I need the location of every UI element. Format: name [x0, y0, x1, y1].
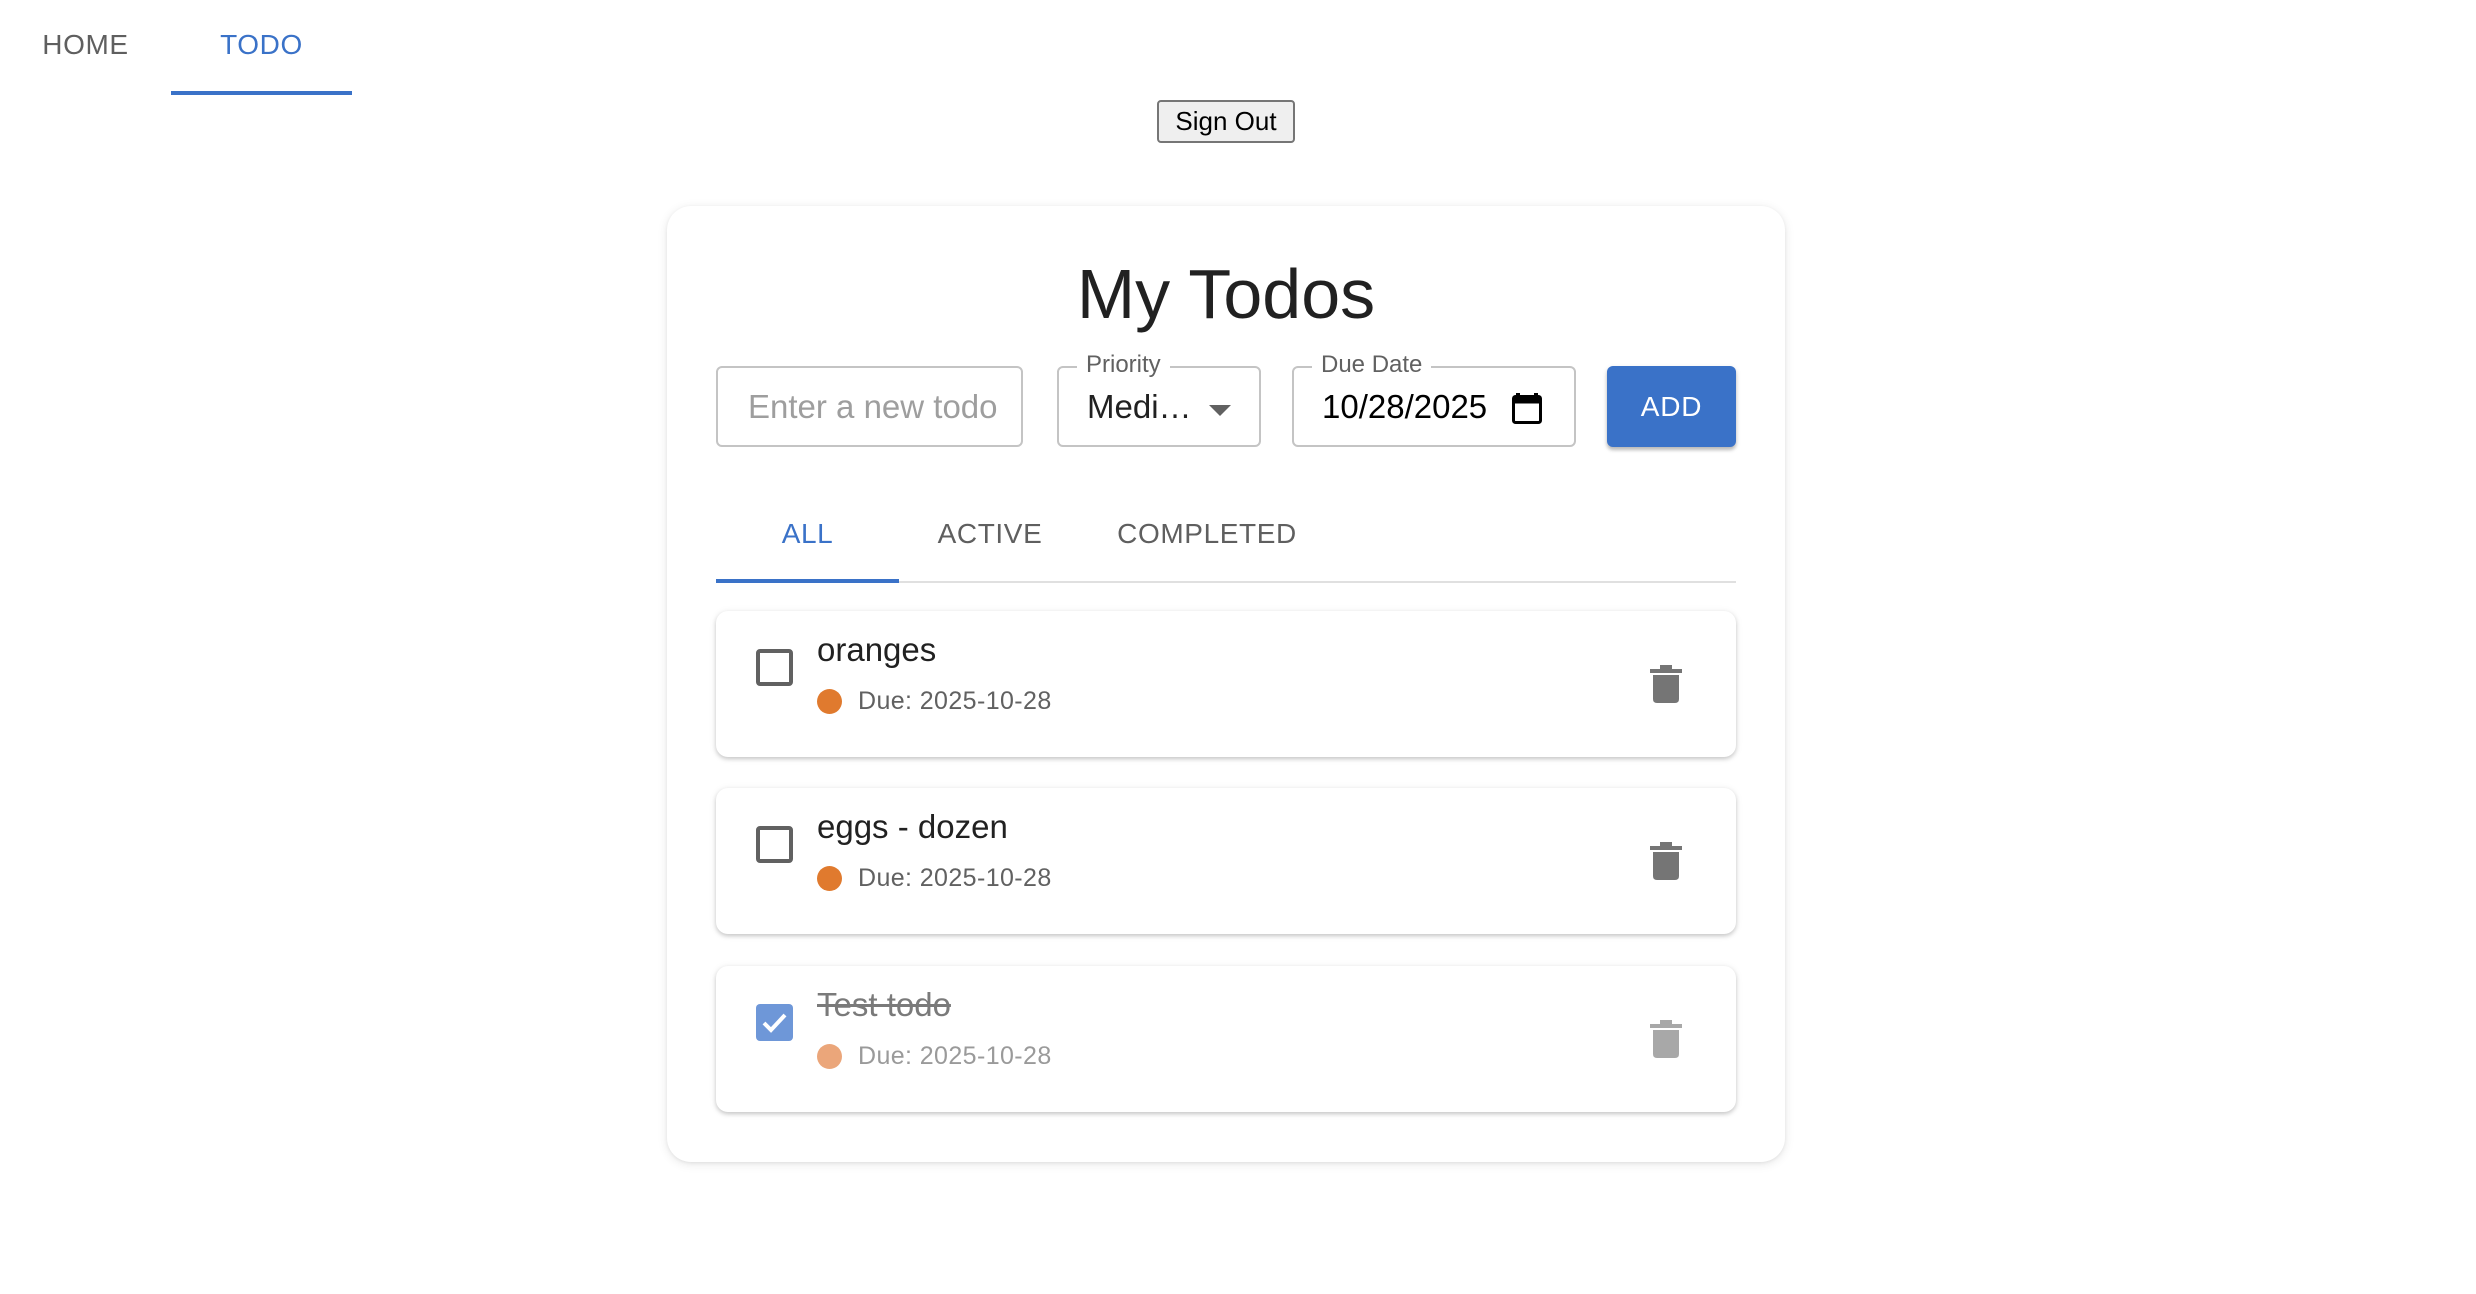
todo-card: My Todos Priority Medi… Due Date 10/28/2… — [667, 206, 1785, 1162]
todo-text: oranges — [817, 631, 937, 668]
new-todo-field[interactable] — [716, 366, 1023, 447]
todo-meta: Due: 2025-10-28 — [817, 1042, 1052, 1071]
trash-icon[interactable] — [1650, 1020, 1682, 1058]
todo-text: Test todo — [817, 986, 951, 1023]
todo-checkbox[interactable] — [756, 1004, 793, 1041]
check-icon — [762, 1013, 787, 1033]
todo-due-date: Due: 2025-10-28 — [858, 1042, 1052, 1070]
tab-home[interactable]: HOME — [0, 0, 171, 95]
due-date-value: 10/28/2025 — [1322, 387, 1488, 425]
todo-meta: Due: 2025-10-28 — [817, 864, 1052, 893]
priority-dot — [817, 689, 842, 714]
top-nav: HOME TODO — [0, 0, 352, 95]
trash-icon[interactable] — [1650, 665, 1682, 703]
tab-active[interactable]: ACTIVE — [899, 486, 1081, 581]
todo-item: oranges Due: 2025-10-28 — [716, 611, 1736, 757]
tab-todo[interactable]: TODO — [171, 0, 352, 95]
priority-label: Priority — [1077, 349, 1170, 381]
new-todo-input[interactable] — [746, 386, 1021, 427]
todo-checkbox[interactable] — [756, 826, 793, 863]
due-date-label: Due Date — [1312, 349, 1432, 381]
todo-text: eggs - dozen — [817, 808, 1008, 845]
todo-item: eggs - dozen Due: 2025-10-28 — [716, 788, 1736, 934]
todo-due-date: Due: 2025-10-28 — [858, 864, 1052, 892]
priority-select[interactable]: Priority Medi… — [1057, 349, 1261, 447]
sign-out-button[interactable]: Sign Out — [1157, 100, 1295, 143]
filter-tabs: ALL ACTIVE COMPLETED — [716, 486, 1736, 583]
todo-due-date: Due: 2025-10-28 — [858, 687, 1052, 715]
todo-meta: Due: 2025-10-28 — [817, 687, 1052, 716]
priority-dot — [817, 866, 842, 891]
priority-dot — [817, 1044, 842, 1069]
tab-all[interactable]: ALL — [716, 486, 899, 583]
page-title: My Todos — [1076, 255, 1376, 333]
todo-item: Test todo Due: 2025-10-28 — [716, 966, 1736, 1112]
todo-checkbox[interactable] — [756, 649, 793, 686]
add-button[interactable]: ADD — [1607, 366, 1736, 447]
trash-icon[interactable] — [1650, 842, 1682, 880]
due-date-input[interactable]: Due Date 10/28/2025 — [1292, 349, 1576, 447]
priority-value: Medi… — [1087, 387, 1192, 425]
tab-completed[interactable]: COMPLETED — [1081, 486, 1333, 581]
arrow-drop-down-icon — [1209, 405, 1231, 416]
calendar-icon[interactable] — [1512, 392, 1542, 424]
